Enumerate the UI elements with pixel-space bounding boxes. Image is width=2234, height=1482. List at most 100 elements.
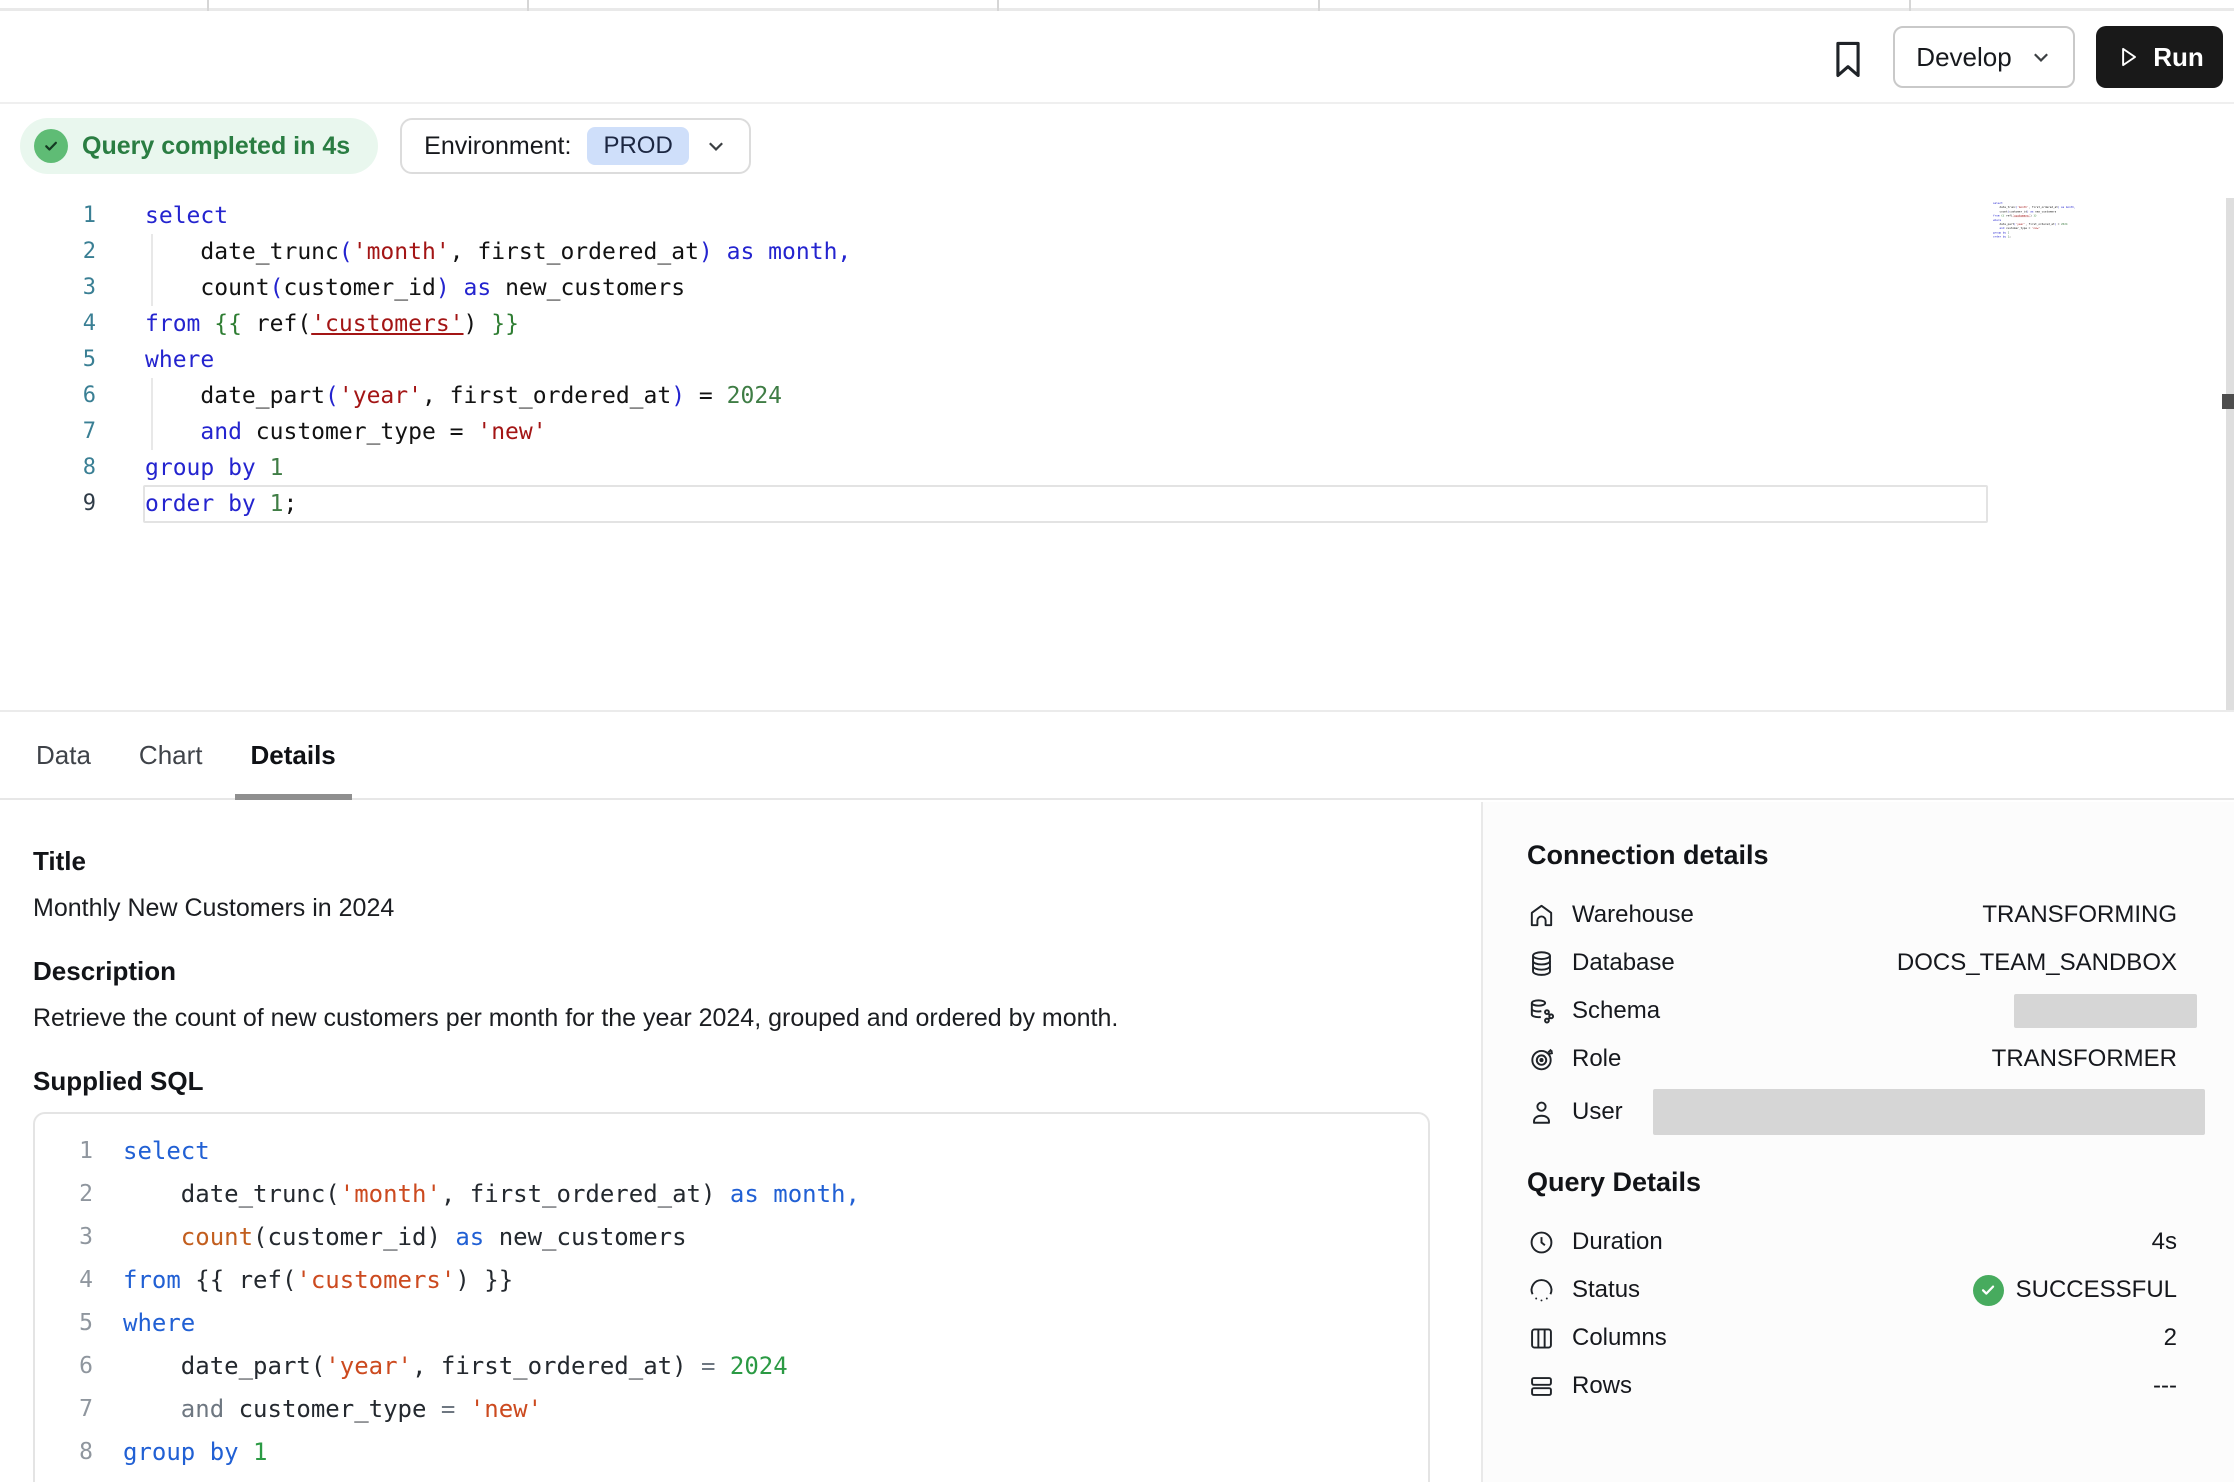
row-value: 2	[2164, 1324, 2177, 1352]
develop-menu-button[interactable]: Develop	[1893, 26, 2075, 88]
user-row: User	[1527, 1083, 2177, 1141]
query-status-pill: Query completed in 4s	[20, 118, 378, 174]
environment-value-pill: PROD	[587, 127, 688, 165]
code-line: 2 date_trunc('month', first_ordered_at) …	[35, 1173, 1428, 1216]
tab-details[interactable]: Details	[235, 712, 352, 798]
code-line: 7 and customer_type = 'new'	[35, 1388, 1428, 1431]
line-number: 8	[0, 450, 96, 486]
play-icon	[2115, 44, 2141, 70]
supplied-sql-block: 1select2 date_trunc('month', first_order…	[33, 1112, 1430, 1482]
editor-minimap[interactable]: select date_trunc('month', first_ordered…	[1993, 201, 2107, 259]
sql-editor[interactable]: 1select2 date_trunc('month', first_order…	[0, 198, 2234, 710]
row-value: TRANSFORMER	[1992, 1045, 2177, 1073]
redacted-value	[1653, 1089, 2205, 1135]
line-number: 9	[0, 486, 96, 522]
editor-scrollbar-thumb[interactable]	[2222, 394, 2234, 409]
connection-details-heading: Connection details	[1527, 840, 2177, 871]
description-value: Retrieve the count of new customers per …	[33, 1002, 1481, 1034]
role-icon	[1527, 1045, 1556, 1074]
code-line: 8group by 1	[35, 1431, 1428, 1474]
row-label: Duration	[1572, 1228, 1663, 1256]
code-line: 6 date_part('year', first_ordered_at) = …	[0, 378, 2234, 414]
environment-select[interactable]: Environment: PROD	[400, 118, 751, 174]
columns-row: Columns 2	[1527, 1314, 2177, 1362]
tab-divider	[207, 0, 209, 11]
environment-label: Environment:	[424, 132, 571, 161]
schema-icon	[1527, 997, 1556, 1026]
row-label: Status	[1572, 1276, 1640, 1304]
editor-scrollbar-track[interactable]	[2226, 198, 2234, 710]
current-line-highlight	[143, 485, 1988, 523]
supplied-sql-heading: Supplied SQL	[33, 1064, 1481, 1098]
line-number: 7	[35, 1388, 93, 1431]
run-button[interactable]: Run	[2096, 26, 2223, 88]
code-line: 5where	[35, 1302, 1428, 1345]
row-label: Warehouse	[1572, 901, 1694, 929]
duration-row: Duration 4s	[1527, 1218, 2177, 1266]
row-label: Columns	[1572, 1324, 1667, 1352]
statusbar: Query completed in 4s Environment: PROD	[20, 118, 751, 174]
chevron-down-icon	[2030, 46, 2052, 68]
tab-data[interactable]: Data	[20, 712, 107, 798]
line-number: 1	[0, 198, 96, 234]
warehouse-icon	[1527, 901, 1556, 930]
database-row: Database DOCS_TEAM_SANDBOX	[1527, 939, 2177, 987]
ide-screen: Develop Run Query completed in 4s Enviro…	[0, 0, 2234, 1482]
line-number: 3	[0, 270, 96, 306]
line-number: 3	[35, 1216, 93, 1259]
code-line: 3 count(customer_id) as new_customers	[35, 1216, 1428, 1259]
line-number: 1	[35, 1130, 93, 1173]
details-pane: Title Monthly New Customers in 2024 Desc…	[0, 802, 1481, 1482]
row-label: Role	[1572, 1045, 1621, 1073]
code-line: 7 and customer_type = 'new'	[0, 414, 2234, 450]
line-number: 2	[35, 1173, 93, 1216]
editor-code-lines: 1select2 date_trunc('month', first_order…	[0, 198, 2234, 522]
tab-divider	[1318, 0, 1320, 11]
row-label: Rows	[1572, 1372, 1632, 1400]
code-line: 6 date_part('year', first_ordered_at) = …	[35, 1345, 1428, 1388]
redacted-value	[2014, 994, 2197, 1028]
code-line: 3 count(customer_id) as new_customers	[0, 270, 2234, 306]
browser-tabbar-sliver	[0, 0, 2234, 11]
code-line: 2 date_trunc('month', first_ordered_at) …	[0, 234, 2234, 270]
code-line: 1select	[35, 1130, 1428, 1173]
bookmark-icon[interactable]	[1826, 34, 1872, 84]
row-label: Database	[1572, 949, 1675, 977]
line-number: 8	[35, 1431, 93, 1474]
tab-divider	[1909, 0, 1911, 11]
status-row: Status SUCCESSFUL	[1527, 1266, 2177, 1314]
code-line: 5where	[0, 342, 2234, 378]
query-details-heading: Query Details	[1527, 1167, 2177, 1198]
line-number: 4	[0, 306, 96, 342]
line-number: 6	[0, 378, 96, 414]
code-line: order by 1;	[1993, 235, 2107, 239]
success-check-icon	[1973, 1275, 2004, 1306]
check-circle-icon	[34, 129, 68, 163]
line-number: 6	[35, 1345, 93, 1388]
user-icon	[1527, 1098, 1556, 1127]
line-number: 5	[0, 342, 96, 378]
row-value: 4s	[2152, 1228, 2177, 1256]
develop-label: Develop	[1916, 42, 2011, 73]
database-icon	[1527, 949, 1556, 978]
warehouse-row: Warehouse TRANSFORMING	[1527, 891, 2177, 939]
row-label: User	[1572, 1098, 1623, 1126]
connection-rows: Warehouse TRANSFORMING Database DOCS_TEAM_S…	[1527, 891, 2177, 1141]
toolbar: Develop Run	[0, 14, 2234, 104]
row-value: DOCS_TEAM_SANDBOX	[1897, 949, 2177, 977]
rows-row: Rows---	[1527, 1362, 2177, 1410]
row-value: TRANSFORMING	[1982, 901, 2177, 929]
title-value: Monthly New Customers in 2024	[33, 892, 1481, 924]
title-heading: Title	[33, 844, 1481, 878]
tab-chart[interactable]: Chart	[123, 712, 219, 798]
columns-icon	[1527, 1324, 1556, 1353]
schema-row: Schema	[1527, 987, 2177, 1035]
code-line: 4from {{ ref('customers') }}	[35, 1259, 1428, 1302]
line-number: 7	[0, 414, 96, 450]
row-value: SUCCESSFUL	[1973, 1275, 2177, 1306]
query-details-rows: Duration 4s Status SUCCESSFUL Columns 2 Rows--…	[1527, 1218, 2177, 1410]
code-line: 9order by 1;	[0, 486, 2234, 522]
tab-divider	[997, 0, 999, 11]
status-icon	[1527, 1276, 1556, 1305]
tab-divider	[527, 0, 529, 11]
